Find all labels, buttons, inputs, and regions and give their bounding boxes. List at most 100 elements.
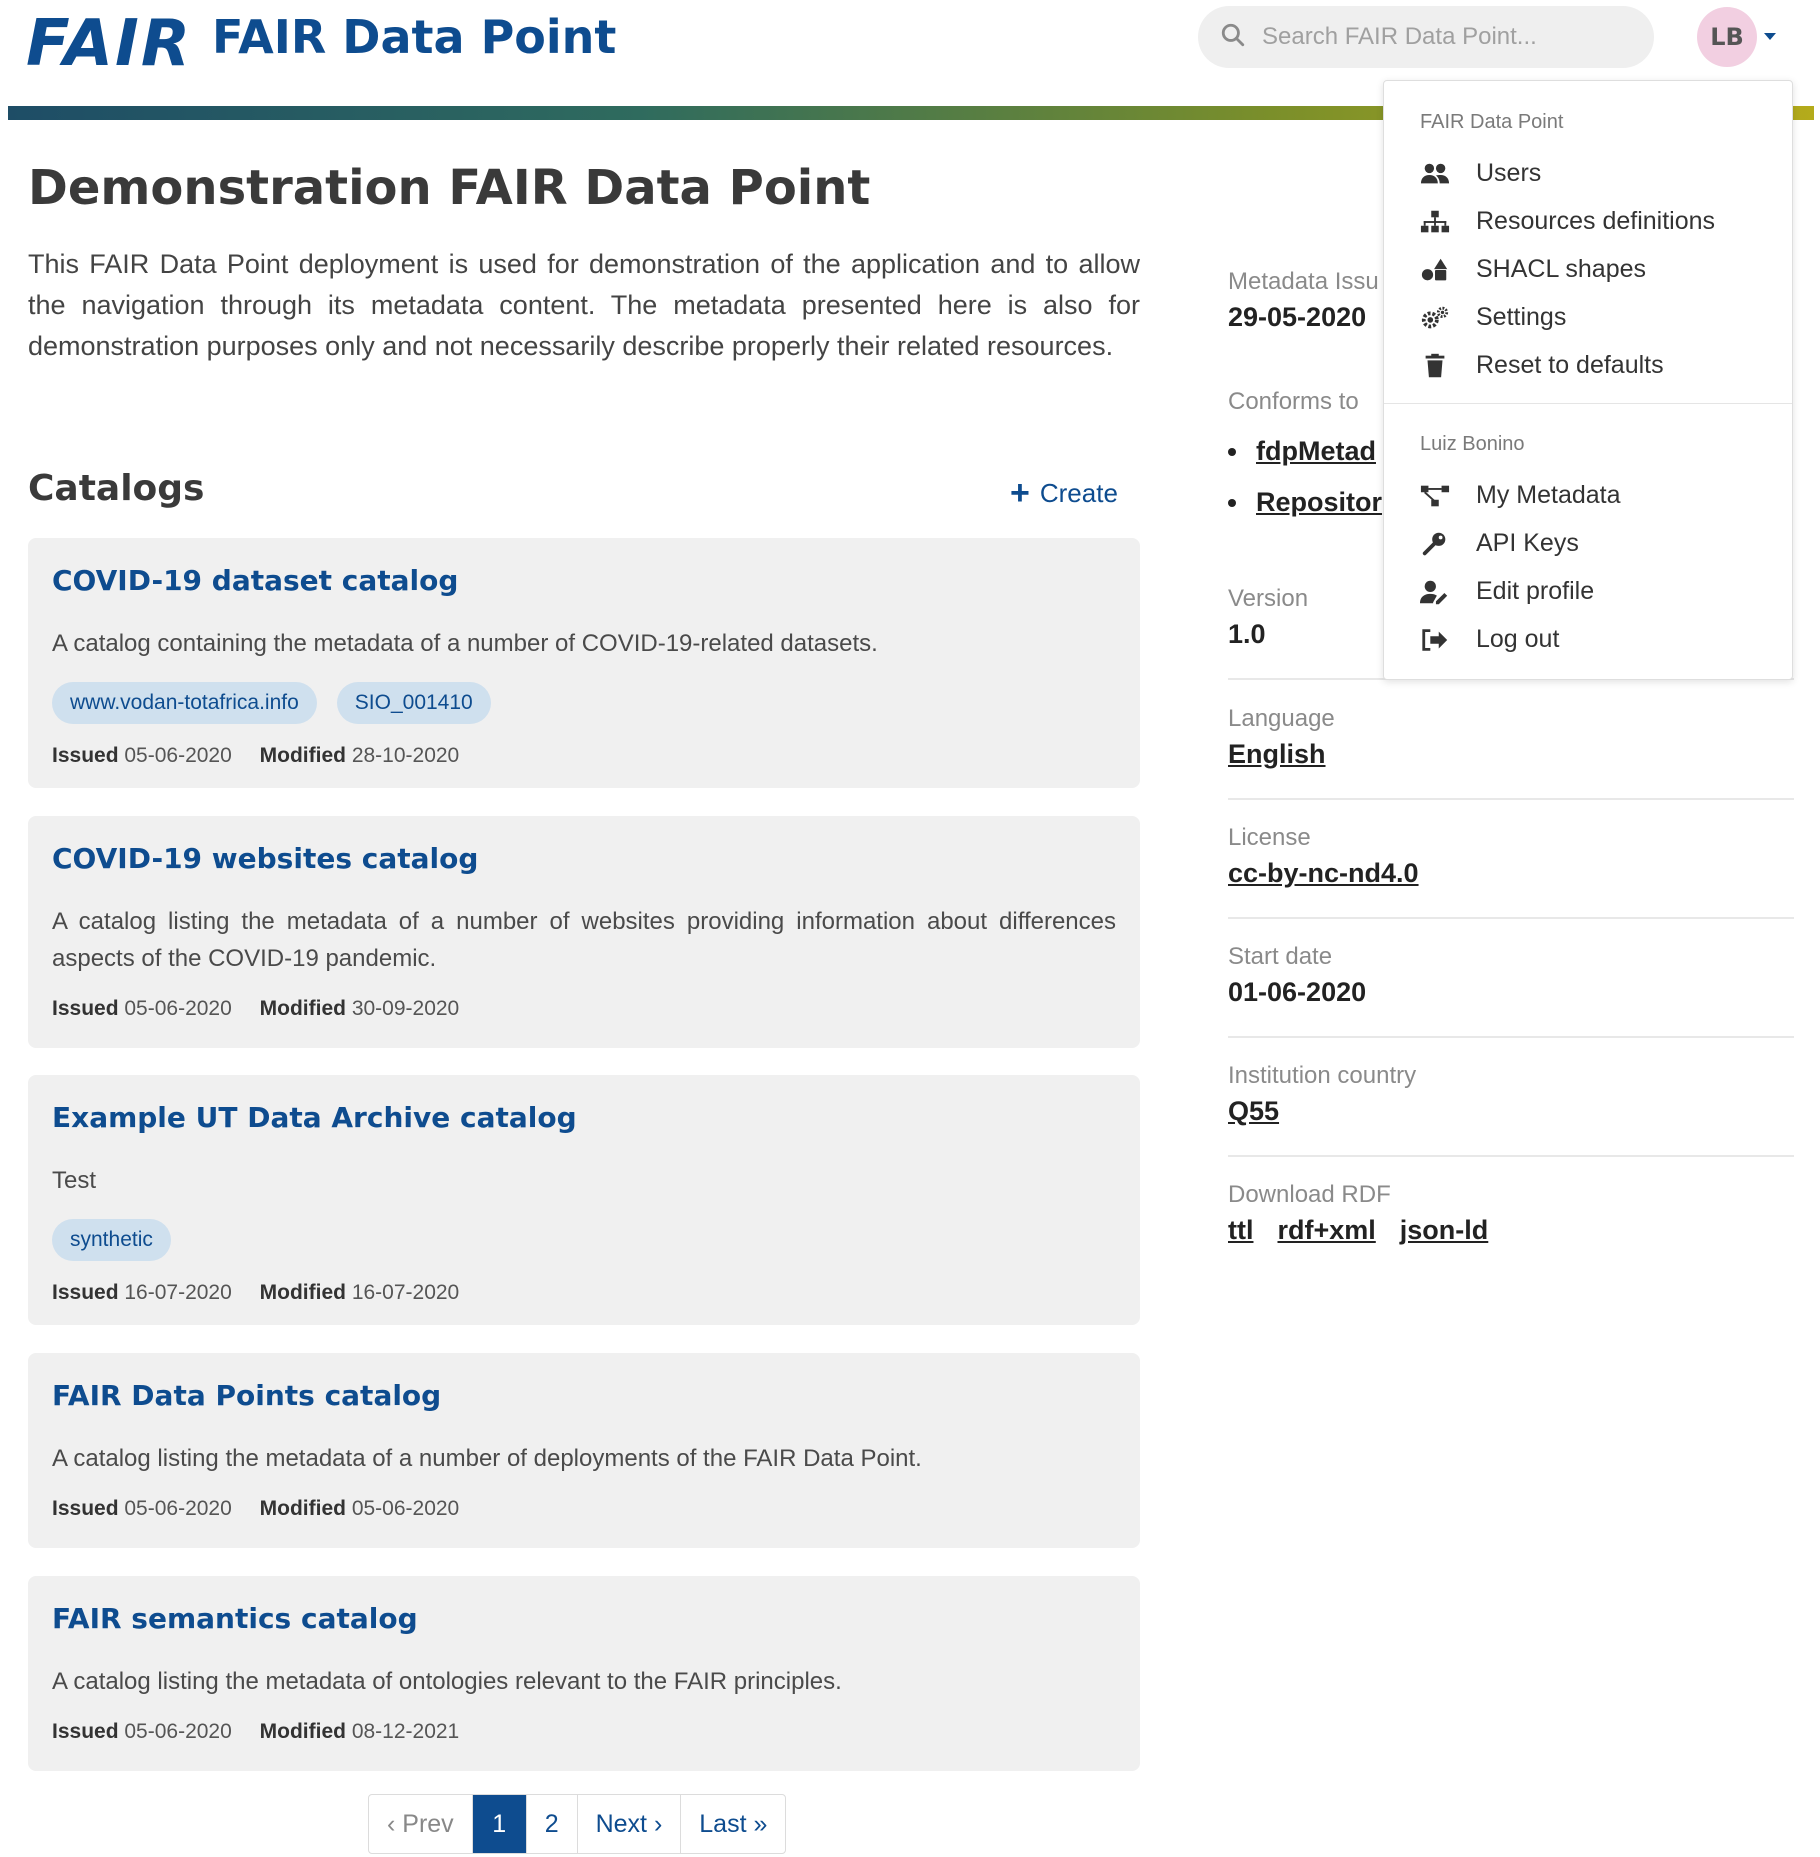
last-page-button[interactable]: Last » — [680, 1795, 785, 1853]
license-link[interactable]: cc-by-nc-nd4.0 — [1228, 858, 1794, 889]
rdf-xml-link[interactable]: rdf+xml — [1277, 1215, 1375, 1246]
catalogs-heading: Catalogs — [28, 468, 205, 509]
project-diagram-icon — [1420, 482, 1454, 510]
logo-text: FAIR — [26, 7, 193, 81]
pagination: ‹ Prev 1 2 Next › Last » — [368, 1794, 787, 1854]
divider — [1228, 917, 1794, 919]
catalog-description: A catalog listing the metadata of ontolo… — [52, 1668, 842, 1695]
dropdown-section-header: Luiz Bonino — [1420, 433, 1525, 455]
page-title: Demonstration FAIR Data Point — [28, 160, 871, 216]
catalog-description: A catalog containing the metadata of a n… — [52, 630, 878, 657]
app-title[interactable]: FAIR Data Point — [212, 8, 616, 68]
issued-date: 05-06-2020 — [124, 744, 232, 767]
catalog-title-link[interactable]: FAIR semantics catalog — [52, 1602, 1116, 1635]
divider — [1228, 1155, 1794, 1157]
user-avatar[interactable]: LB — [1697, 7, 1757, 67]
next-label: Next — [595, 1809, 647, 1838]
menu-item-edit-profile[interactable]: Edit profile — [1420, 577, 1594, 606]
modified-label: Modified — [259, 744, 346, 767]
menu-item-api-keys[interactable]: API Keys — [1420, 529, 1579, 558]
divider — [1228, 1036, 1794, 1038]
chevron-down-icon[interactable] — [1764, 33, 1776, 40]
search-bar[interactable] — [1198, 6, 1654, 68]
rdf-jsonld-link[interactable]: json-ld — [1400, 1215, 1489, 1246]
modified-date: 28-10-2020 — [351, 744, 460, 767]
issued-label: Issued — [52, 744, 119, 767]
catalog-title-link[interactable]: FAIR Data Points catalog — [52, 1379, 1116, 1412]
menu-item-resources-definitions[interactable]: Resources definitions — [1420, 207, 1715, 236]
catalog-dates: Issued 05-06-2020 Modified 05-06-2020 — [52, 1497, 1116, 1521]
conforms-link[interactable]: Repositor — [1256, 487, 1382, 518]
plus-icon: + — [1010, 474, 1030, 512]
issued-date: 05-06-2020 — [124, 1720, 232, 1743]
catalog-tag[interactable]: synthetic — [52, 1219, 171, 1261]
catalog-tags: www.vodan-totafrica.info SIO_001410 — [52, 682, 1116, 724]
shapes-icon — [1420, 256, 1454, 284]
menu-item-label: Settings — [1476, 303, 1567, 331]
modified-label: Modified — [259, 1281, 346, 1304]
page-button-current[interactable]: 1 — [471, 1795, 526, 1853]
issued-label: Issued — [52, 1720, 119, 1743]
menu-item-users[interactable]: Users — [1420, 159, 1541, 188]
metadata-start-date: Start date 01-06-2020 — [1228, 943, 1794, 1008]
page-description: This FAIR Data Point deployment is used … — [28, 249, 1140, 361]
menu-item-reset-to-defaults[interactable]: Reset to defaults — [1420, 351, 1664, 380]
issued-date: 16-07-2020 — [124, 1281, 232, 1304]
menu-item-label: My Metadata — [1476, 481, 1621, 509]
search-icon — [1220, 22, 1246, 53]
user-edit-icon — [1420, 578, 1454, 606]
fair-logo[interactable]: FAIR — [26, 12, 192, 76]
catalog-title-link[interactable]: Example UT Data Archive catalog — [52, 1101, 1116, 1134]
modified-label: Modified — [259, 997, 346, 1020]
language-link[interactable]: English — [1228, 739, 1794, 770]
menu-item-settings[interactable]: Settings — [1420, 303, 1566, 332]
page-button[interactable]: 2 — [525, 1795, 577, 1853]
catalog-title-link[interactable]: COVID-19 websites catalog — [52, 842, 1116, 875]
menu-item-log-out[interactable]: Log out — [1420, 625, 1559, 654]
issued-label: Issued — [52, 1281, 119, 1304]
cogs-icon — [1420, 304, 1454, 332]
catalog-tag[interactable]: www.vodan-totafrica.info — [52, 682, 317, 724]
catalog-tag[interactable]: SIO_001410 — [336, 682, 491, 724]
menu-item-shacl-shapes[interactable]: SHACL shapes — [1420, 255, 1646, 284]
catalog-description: Test — [52, 1167, 97, 1194]
create-catalog-button[interactable]: + Create — [1010, 476, 1118, 510]
metadata-license: License cc-by-nc-nd4.0 — [1228, 824, 1794, 889]
modified-date: 08-12-2021 — [351, 1720, 460, 1743]
catalog-title-link[interactable]: COVID-19 dataset catalog — [52, 564, 1116, 597]
issued-label: Issued — [52, 997, 119, 1020]
catalog-dates: Issued 05-06-2020 Modified 30-09-2020 — [52, 997, 1116, 1021]
catalog-card: FAIR semantics catalog A catalog listing… — [28, 1576, 1140, 1771]
menu-item-my-metadata[interactable]: My Metadata — [1420, 481, 1621, 510]
menu-item-label: Log out — [1476, 625, 1560, 653]
trash-icon — [1420, 352, 1454, 380]
catalog-card: COVID-19 dataset catalog A catalog conta… — [28, 538, 1140, 788]
sign-out-icon — [1420, 626, 1454, 654]
country-link[interactable]: Q55 — [1228, 1096, 1794, 1127]
modified-label: Modified — [259, 1497, 346, 1520]
menu-item-label: SHACL shapes — [1476, 255, 1646, 283]
create-label: Create — [1039, 477, 1118, 508]
menu-item-label: API Keys — [1476, 529, 1579, 557]
catalog-dates: Issued 16-07-2020 Modified 16-07-2020 — [52, 1281, 1116, 1305]
catalog-tags: synthetic — [52, 1219, 1116, 1261]
modified-label: Modified — [259, 1720, 346, 1743]
issued-date: 05-06-2020 — [124, 997, 232, 1020]
user-dropdown-menu: FAIR Data Point Users Resources definiti… — [1383, 80, 1793, 680]
search-input[interactable] — [1262, 23, 1642, 51]
modified-date: 30-09-2020 — [351, 997, 460, 1020]
rdf-ttl-link[interactable]: ttl — [1228, 1215, 1253, 1246]
issued-date: 05-06-2020 — [124, 1497, 232, 1520]
catalog-description: A catalog listing the metadata of a numb… — [52, 908, 1116, 972]
meta-label: Language — [1228, 705, 1335, 732]
menu-item-label: Resources definitions — [1476, 207, 1716, 235]
key-icon — [1420, 530, 1454, 558]
conforms-link[interactable]: fdpMetad — [1256, 436, 1376, 467]
next-page-button[interactable]: Next › — [576, 1795, 681, 1853]
prev-page-button[interactable]: ‹ Prev — [369, 1795, 472, 1853]
chevron-left-icon: ‹ — [387, 1809, 403, 1838]
issued-label: Issued — [52, 1497, 119, 1520]
meta-label: License — [1228, 824, 1311, 851]
rdf-links: ttl rdf+xml json-ld — [1228, 1215, 1794, 1246]
menu-item-label: Edit profile — [1476, 577, 1595, 605]
